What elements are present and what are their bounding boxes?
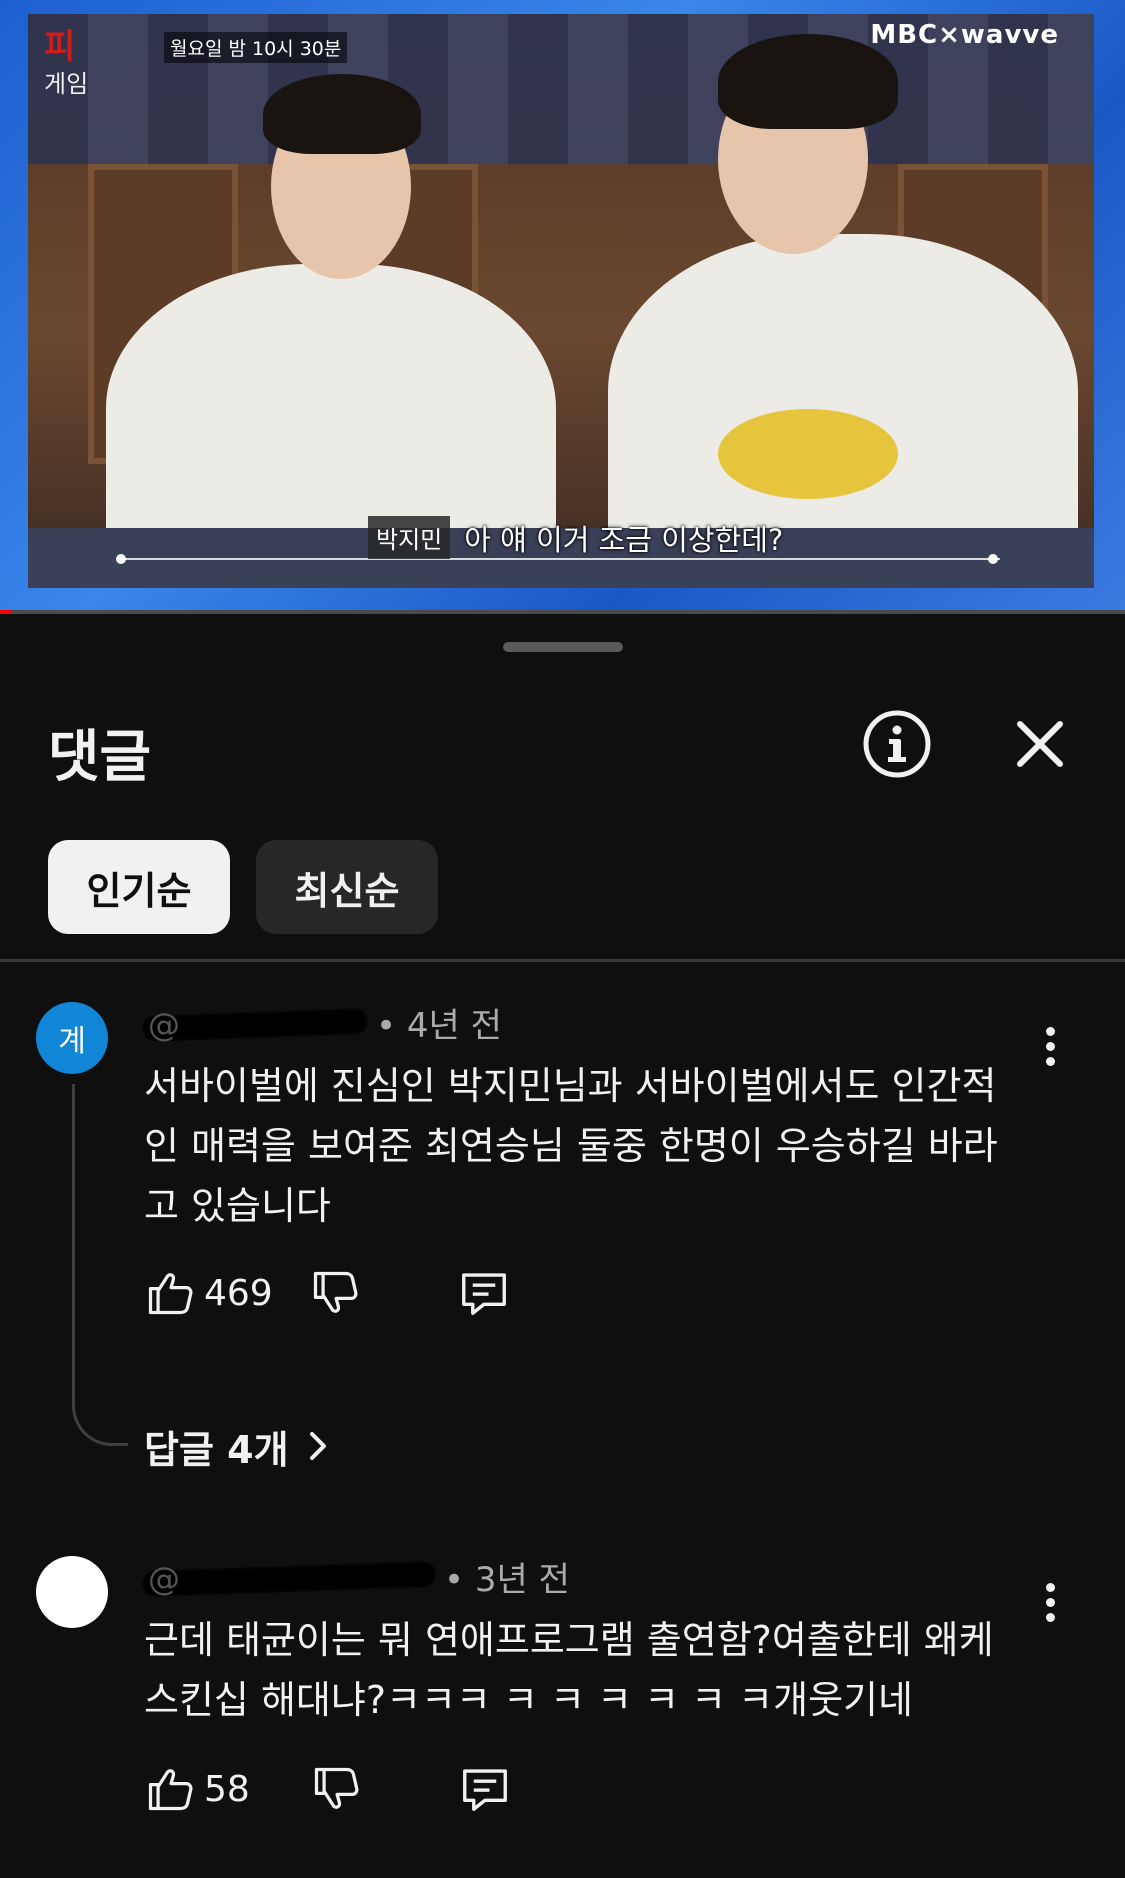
like-button[interactable]: 58: [144, 1763, 250, 1815]
comments-sheet: 댓글 인기순 최신순 계 @ • 4년 전 서바이벌에 진심인 박지민님과 서바…: [0, 618, 1125, 1878]
comment-time: • 4년 전: [376, 1005, 502, 1046]
sheet-title: 댓글: [48, 725, 152, 790]
video-progress-fill: [0, 610, 12, 614]
person-left-hair: [263, 74, 421, 154]
reply-icon: [461, 1273, 506, 1315]
thumbs-up-icon: [148, 1769, 193, 1811]
comment-meta: @ • 4년 전: [144, 1000, 502, 1046]
thumbs-down-icon: [313, 1271, 358, 1313]
reply-icon: [462, 1769, 507, 1811]
like-count: 58: [204, 1768, 250, 1810]
like-count: 469: [204, 1272, 273, 1314]
view-replies-button[interactable]: 답글 4개: [144, 1418, 333, 1474]
comment-actions: 469: [144, 1266, 511, 1320]
info-icon: [863, 710, 931, 778]
sort-chip-top[interactable]: 인기순: [48, 840, 230, 934]
shirt-print: [718, 409, 898, 499]
reply-button[interactable]: [457, 1266, 511, 1320]
thread-line: [72, 1084, 128, 1446]
redacted-username[interactable]: @: [144, 1006, 366, 1044]
dislike-button[interactable]: [310, 1763, 362, 1815]
caption-dot: [116, 554, 126, 564]
close-button[interactable]: [990, 694, 1090, 794]
avatar[interactable]: 계: [36, 1002, 108, 1074]
reply-button[interactable]: [458, 1762, 512, 1816]
dislike-button[interactable]: [309, 1267, 361, 1319]
broadcaster-logo: MBC×wavve: [870, 20, 1059, 50]
divider: [0, 959, 1125, 962]
video-player[interactable]: 피 게임 월요일 밤 10시 30분 MBC×wavve 박지민 아 얘 이거 …: [0, 0, 1125, 610]
redacted-username[interactable]: @: [144, 1560, 434, 1598]
comment-text: 근데 태균이는 뭐 연애프로그램 출연함?여출한테 왜케 스킨십 해대냐?ㅋㅋㅋ…: [144, 1618, 994, 1722]
like-button[interactable]: 469: [144, 1267, 273, 1319]
sort-chip-newest[interactable]: 최신순: [256, 840, 438, 934]
info-button[interactable]: [847, 694, 947, 794]
comment-time: • 3년 전: [444, 1559, 570, 1600]
avatar[interactable]: [36, 1556, 108, 1628]
chevron-right-icon: [309, 1432, 326, 1460]
subtitle-text: 아 얘 이거 조금 이상한데?: [464, 522, 784, 557]
close-icon: [1017, 721, 1063, 767]
subtitle-speaker: 박지민: [368, 516, 451, 559]
subtitle: 박지민 아 얘 이거 조금 이상한데?: [368, 516, 783, 559]
comment-text: 서바이벌에 진심인 박지민님과 서바이벌에서도 인간적 인 매력을 보여준 최연…: [144, 1064, 998, 1228]
video-progress-bar[interactable]: [0, 610, 1125, 614]
comment-meta: @ • 3년 전: [144, 1554, 570, 1600]
show-logo: 피 게임: [44, 27, 89, 98]
comment-actions: 58: [144, 1762, 512, 1816]
air-time-badge: 월요일 밤 10시 30분: [164, 32, 348, 63]
drag-handle[interactable]: [503, 642, 623, 652]
thumbs-up-icon: [148, 1273, 193, 1315]
caption-dot: [988, 554, 998, 564]
video-frame: [28, 14, 1094, 588]
thumbs-down-icon: [314, 1767, 359, 1809]
